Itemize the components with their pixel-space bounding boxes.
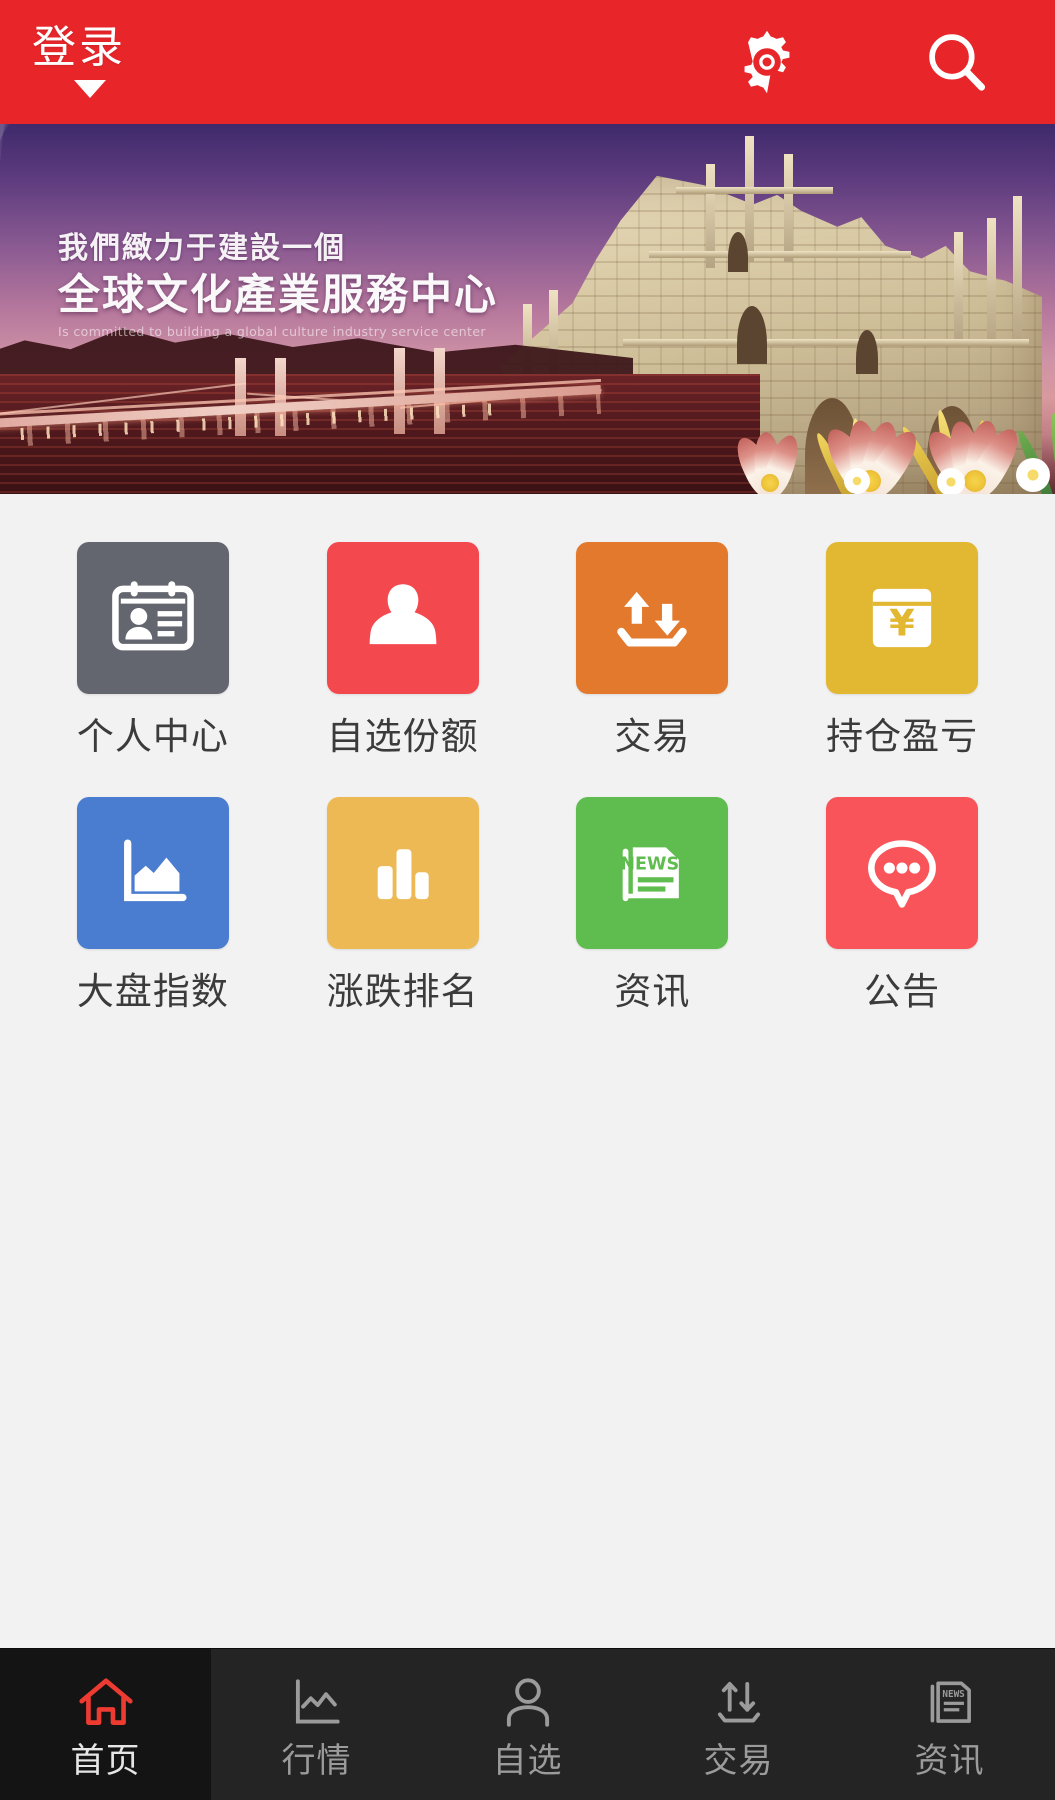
bar-chart-icon[interactable] (326, 797, 479, 949)
grid-item-label: 自选份额 (326, 715, 479, 758)
banner-headline-line2: 全球文化產業服務中心 (58, 270, 499, 319)
tab-quotes[interactable]: 行情 (211, 1649, 422, 1800)
grid-item-watchlist-shares[interactable]: 自选份额 (278, 542, 528, 755)
news-icon[interactable]: NEWS (576, 797, 729, 949)
search-icon[interactable] (921, 26, 993, 98)
tab-label: 交易 (703, 1740, 774, 1781)
grid-item-gainers-losers[interactable]: 涨跌排名 (278, 797, 528, 1010)
tab-label: 行情 (281, 1740, 352, 1781)
banner-flowers (528, 378, 1055, 494)
grid-item-position-pnl[interactable]: ¥ 持仓盈亏 (777, 542, 1027, 755)
chat-bubble-icon[interactable] (826, 797, 979, 949)
grid-item-trade[interactable]: 交易 (528, 542, 778, 755)
tab-label: 资讯 (914, 1740, 985, 1781)
area-chart-icon[interactable] (76, 797, 229, 949)
grid-item-label: 资讯 (614, 970, 691, 1013)
bottom-tab-bar: 首页 行情 自选 交易 NEWS 资讯 (0, 1648, 1055, 1800)
line-chart-icon (286, 1672, 348, 1734)
grid-item-label: 个人中心 (76, 715, 229, 758)
user-icon[interactable] (326, 542, 479, 694)
grid-item-label: 涨跌排名 (326, 970, 479, 1013)
banner-text-block: 我們緻力于建設一個 全球文化產業服務中心 Is committed to bui… (58, 232, 498, 339)
tab-home[interactable]: 首页 (0, 1649, 211, 1800)
svg-text:¥: ¥ (889, 602, 915, 645)
banner-subtitle: Is committed to building a global cultur… (58, 324, 486, 340)
grid-item-label: 大盘指数 (76, 970, 229, 1013)
login-label: 登录 (32, 22, 126, 73)
grid-item-label: 公告 (864, 970, 941, 1013)
banner-headline-line1: 我們緻力于建設一個 (58, 231, 346, 266)
tab-news[interactable]: NEWS 资讯 (844, 1649, 1055, 1800)
home-icon (75, 1672, 137, 1734)
grid-item-announcement[interactable]: 公告 (777, 797, 1027, 1010)
grid-item-news[interactable]: NEWS 资讯 (528, 797, 778, 1010)
grid-item-market-index[interactable]: 大盘指数 (28, 797, 278, 1010)
transfer-in-icon[interactable] (576, 542, 729, 694)
grid-item-personal-center[interactable]: 个人中心 (28, 542, 278, 755)
login-button[interactable]: 登录 (32, 26, 126, 98)
grid-item-label: 持仓盈亏 (826, 715, 979, 758)
hero-banner[interactable]: 我們緻力于建設一個 全球文化產業服務中心 Is committed to bui… (0, 124, 1055, 494)
news-icon: NEWS (919, 1672, 981, 1734)
grid-item-label: 交易 (614, 715, 691, 758)
transfer-in-icon (708, 1672, 770, 1734)
tab-label: 首页 (70, 1740, 141, 1781)
app-header: 登录 (0, 0, 1055, 124)
person-icon (497, 1672, 559, 1734)
svg-text:NEWS: NEWS (621, 855, 680, 875)
feature-grid: 个人中心 自选份额 交易 ¥ 持仓盈亏 大盘指数 涨跌排名 NEWS 资讯 公告 (0, 494, 1055, 1010)
tab-label: 自选 (492, 1740, 563, 1781)
triangle-down-icon (74, 80, 106, 98)
id-card-icon[interactable] (76, 542, 229, 694)
tab-watchlist[interactable]: 自选 (422, 1649, 633, 1800)
gear-icon[interactable] (731, 26, 803, 98)
banner-bridge (0, 348, 602, 456)
tab-trade[interactable]: 交易 (633, 1649, 844, 1800)
app-root: 登录 我們緻力于建設一個 全球文化產業服務中心 Is committed to … (0, 0, 1055, 1800)
svg-text:NEWS: NEWS (942, 1689, 965, 1700)
yen-card-icon[interactable]: ¥ (826, 542, 979, 694)
